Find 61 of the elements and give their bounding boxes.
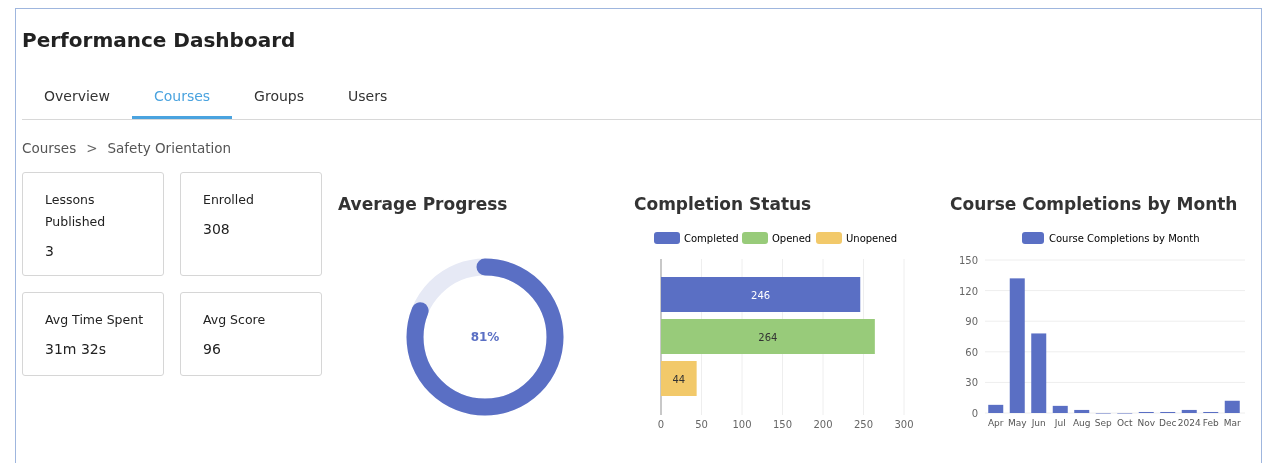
legend-label: Course Completions by Month — [1049, 233, 1200, 244]
axis-tick-label: Mar — [1223, 418, 1241, 428]
bar — [988, 404, 1004, 413]
axis-tick-label: Nov — [1137, 418, 1156, 428]
axis-tick-label: 300 — [894, 419, 914, 430]
data-label: 44 — [672, 374, 686, 385]
stat-value: 96 — [203, 341, 222, 357]
axis-tick-label: Jun — [1031, 418, 1046, 428]
data-label: 246 — [751, 290, 771, 301]
tab[interactable]: Overview — [22, 82, 132, 119]
axis-tick-label: May — [1007, 418, 1027, 428]
axis-tick-label: 150 — [958, 255, 978, 266]
legend-swatch — [742, 232, 768, 244]
stat-label: Lessons Published — [45, 191, 107, 231]
axis-tick-label: Feb — [1202, 418, 1219, 428]
bar — [1181, 409, 1197, 413]
axis-tick-label: Apr — [987, 418, 1004, 428]
tab[interactable]: Groups — [232, 82, 326, 119]
bar — [661, 361, 697, 396]
axis-tick-label: 30 — [965, 377, 978, 389]
legend-label: Opened — [772, 233, 812, 244]
tab[interactable]: Users — [326, 82, 410, 119]
legend-swatch — [1022, 232, 1044, 244]
breadcrumb-link[interactable]: Courses — [22, 140, 77, 156]
axis-tick-label: 150 — [772, 419, 793, 430]
page-title: Performance Dashboard — [22, 28, 297, 52]
axis-tick-label: Dec — [1159, 418, 1177, 428]
bar — [1224, 400, 1240, 413]
progress-reading: 81% — [470, 330, 500, 344]
stat-label: Avg Time Spent — [45, 311, 145, 329]
stat-value: 3 — [45, 243, 55, 259]
axis-tick-label: 50 — [695, 419, 708, 430]
chart-title: Completion Status — [634, 194, 813, 214]
axis-tick-label: 90 — [965, 316, 978, 328]
axis-tick-label: 0 — [971, 408, 978, 419]
axis-tick-label: Sep — [1094, 418, 1112, 428]
stat-label: Enrolled — [203, 191, 255, 209]
bar — [1052, 405, 1068, 413]
axis-tick-label: 60 — [965, 346, 978, 358]
section-title: Average Progress — [338, 194, 509, 214]
stat-label: Avg Score — [203, 311, 267, 329]
axis-tick-label: 0 — [657, 419, 665, 430]
data-label: 264 — [758, 332, 778, 343]
axis-tick-label: 2024 — [1177, 418, 1201, 428]
axis-tick-label: Aug — [1072, 418, 1091, 428]
bar — [1074, 409, 1090, 413]
stat-value: 308 — [203, 221, 231, 237]
axis-tick-label: 200 — [813, 419, 833, 430]
axis-tick-label: 100 — [732, 419, 752, 430]
legend-label: Unopened — [846, 233, 898, 244]
legend-swatch — [654, 232, 680, 244]
breadcrumb-separator: > — [86, 140, 98, 156]
axis-tick-label: Oct — [1116, 418, 1133, 428]
axis-tick-label: 250 — [853, 419, 874, 430]
axis-tick-label: 120 — [958, 285, 978, 297]
stat-value: 31m 32s — [45, 341, 107, 357]
legend-label: Completed — [684, 233, 739, 244]
breadcrumb-link[interactable]: Safety Orientation — [107, 140, 232, 156]
legend-swatch — [816, 232, 842, 244]
axis-tick-label: Jul — [1054, 418, 1066, 428]
chart-title: Course Completions by Month — [950, 194, 1239, 214]
